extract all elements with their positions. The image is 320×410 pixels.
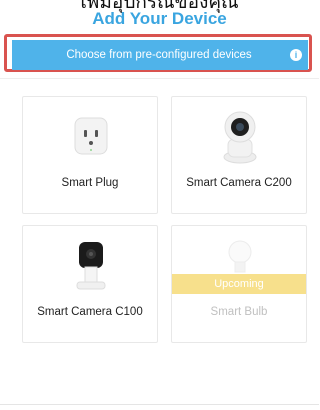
- bottom-divider: [0, 404, 319, 405]
- upcoming-badge: Upcoming: [172, 274, 306, 294]
- divider: [0, 78, 319, 79]
- device-card-smart-bulb: Upcoming Smart Bulb: [171, 225, 307, 343]
- camera-c100-icon: [76, 242, 106, 290]
- info-icon[interactable]: i: [290, 49, 302, 61]
- preconfigured-devices-banner[interactable]: Choose from pre-configured devices i: [12, 40, 308, 70]
- device-card-smart-plug[interactable]: Smart Plug: [22, 96, 158, 214]
- camera-c200-icon: [223, 111, 257, 164]
- smart-plug-icon: [74, 117, 108, 155]
- banner-text: Choose from pre-configured devices: [66, 49, 252, 61]
- device-card-camera-c100[interactable]: Smart Camera C100: [22, 225, 158, 343]
- device-label: Smart Bulb: [210, 306, 268, 318]
- page-title: Add Your Device: [92, 9, 227, 28]
- device-card-camera-c200[interactable]: Smart Camera C200: [171, 96, 307, 214]
- device-label: Smart Plug: [61, 177, 119, 189]
- smart-bulb-icon: [228, 240, 252, 273]
- device-label: Smart Camera C200: [186, 177, 292, 189]
- device-label: Smart Camera C100: [37, 306, 143, 318]
